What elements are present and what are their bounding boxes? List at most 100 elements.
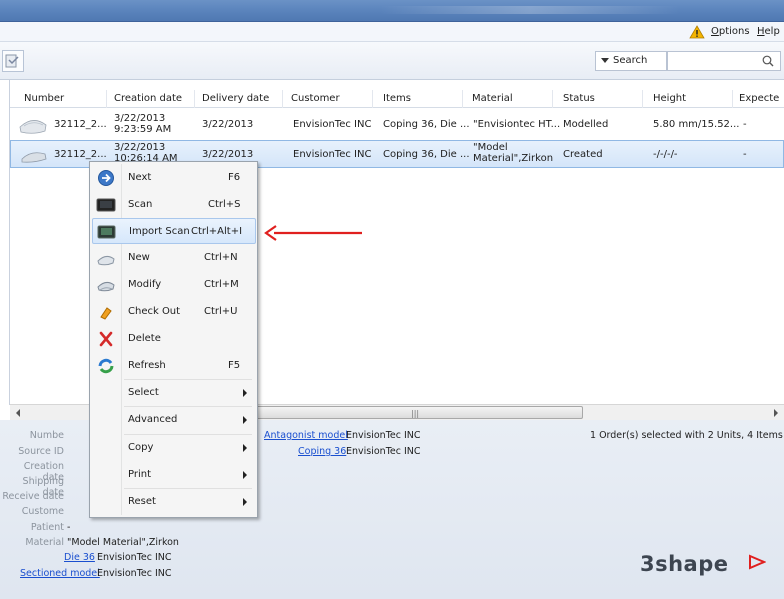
menu-item-copy[interactable]: Copy (92, 435, 256, 461)
options-menu[interactable]: Options (711, 26, 750, 37)
menu-item-label: Advanced (128, 414, 178, 425)
menu-item-label: Delete (128, 333, 161, 344)
title-bar-glow (380, 6, 680, 14)
menu-item-check-out[interactable]: Check Out Ctrl+U (92, 299, 256, 325)
scrollbar-thumb[interactable]: ||| (250, 406, 583, 419)
die-36-link[interactable]: Die 36 (64, 552, 95, 563)
row-expected: - (743, 119, 747, 130)
column-header-status[interactable]: Status (563, 93, 595, 104)
help-menu[interactable]: Help (757, 26, 780, 37)
column-header-expected[interactable]: Expecte (739, 93, 779, 104)
orders-grid-header: Number Creation date Delivery date Custo… (10, 90, 784, 108)
column-divider[interactable] (194, 90, 195, 108)
row-material: "Model (473, 142, 508, 153)
dental-model-thumbnail-icon (21, 152, 47, 163)
row-status: Modelled (563, 119, 609, 130)
submenu-arrow-icon (243, 444, 247, 452)
search-input[interactable] (667, 51, 781, 71)
column-header-height[interactable]: Height (653, 93, 686, 104)
menu-item-refresh[interactable]: Refresh F5 (92, 353, 256, 379)
submenu-arrow-icon (243, 471, 247, 479)
menu-item-label: Print (128, 469, 152, 480)
menu-item-label: Modify (128, 279, 162, 290)
column-divider[interactable] (282, 90, 283, 108)
menu-item-shortcut: F5 (228, 360, 241, 371)
die-36-value: EnvisionTec INC (97, 552, 172, 563)
sectioned-model-value: EnvisionTec INC (97, 568, 172, 579)
menu-item-reset[interactable]: Reset (92, 489, 256, 515)
search-filter-label: Search (613, 55, 648, 66)
menu-item-new[interactable]: New Ctrl+N (92, 245, 256, 271)
order-tool-button[interactable] (2, 50, 24, 72)
column-header-material[interactable]: Material (472, 93, 513, 104)
row-creation-time: 9:23:59 AM (114, 124, 172, 135)
menu-item-label: Check Out (128, 306, 181, 317)
detail-label-customer: Custome (21, 506, 64, 517)
menu-item-label: Reset (128, 496, 156, 507)
column-divider[interactable] (372, 90, 373, 108)
row-material-line2: Material",Zirkon (473, 153, 554, 164)
new-order-icon (97, 255, 115, 266)
scrollbar-grip-icon: ||| (411, 409, 420, 418)
row-height: -/-/-/- (653, 149, 678, 160)
menu-item-label: Copy (128, 442, 154, 453)
row-creation-date: 3/22/2013 (114, 113, 166, 124)
brand-logo-text: 3shape (640, 552, 729, 576)
column-header-creation-date[interactable]: Creation date (114, 93, 182, 104)
submenu-arrow-icon (243, 416, 247, 424)
detail-label-patient: Patient (30, 522, 64, 533)
scroll-left-icon[interactable] (10, 405, 26, 421)
row-height: 5.80 mm/15.52... (653, 119, 740, 130)
red-annotation-arrow-icon (264, 225, 362, 241)
column-divider[interactable] (732, 90, 733, 108)
detail-label-receive-date: Receive date (2, 491, 64, 502)
menu-item-advanced[interactable]: Advanced (92, 407, 256, 433)
check-out-icon (100, 307, 112, 320)
row-number: 32112_2... (54, 149, 107, 160)
menu-item-modify[interactable]: Modify Ctrl+M (92, 272, 256, 298)
antagonist-model-link[interactable]: Antagonist model (264, 430, 348, 441)
column-header-customer[interactable]: Customer (291, 93, 340, 104)
window-title-bar (0, 0, 784, 22)
menu-item-shortcut: Ctrl+N (204, 252, 238, 263)
column-divider[interactable] (552, 90, 553, 108)
submenu-arrow-icon (243, 498, 247, 506)
detail-material-value: "Model Material",Zirkon (67, 537, 179, 548)
menu-item-label: Next (128, 172, 152, 183)
context-menu: Next F6 Scan Ctrl+S Import Scan Ctrl+Alt… (89, 161, 258, 518)
menu-item-next[interactable]: Next F6 (92, 165, 256, 191)
row-customer: EnvisionTec INC (293, 149, 372, 160)
row-creation-date: 3/22/2013 (114, 142, 166, 153)
menu-item-select[interactable]: Select (92, 380, 256, 406)
selection-summary: 1 Order(s) selected with 2 Units, 4 Item… (590, 430, 783, 441)
scroll-right-icon[interactable] (768, 405, 784, 421)
menu-bar: Options Help (0, 22, 784, 42)
sectioned-model-link[interactable]: Sectioned model (20, 568, 100, 579)
search-filter-dropdown[interactable]: Search (595, 51, 667, 71)
coping-36-link[interactable]: Coping 36 (298, 446, 346, 457)
menu-item-label: Scan (128, 199, 153, 210)
menu-item-label: Select (128, 387, 159, 398)
column-header-number[interactable]: Number (24, 93, 64, 104)
toolbar: Search (0, 42, 784, 80)
menu-item-print[interactable]: Print (92, 462, 256, 488)
table-row[interactable]: 32112_2... 3/22/2013 9:23:59 AM 3/22/201… (10, 110, 784, 138)
column-divider[interactable] (642, 90, 643, 108)
order-tool-icon (5, 54, 19, 68)
column-divider[interactable] (462, 90, 463, 108)
column-header-delivery-date[interactable]: Delivery date (202, 93, 269, 104)
row-material: "Envisiontec HT... (473, 119, 561, 130)
row-delivery-date: 3/22/2013 (202, 119, 254, 130)
row-delivery-date: 3/22/2013 (202, 149, 254, 160)
column-header-items[interactable]: Items (383, 93, 411, 104)
antagonist-model-value: EnvisionTec INC (346, 430, 421, 441)
menu-item-scan[interactable]: Scan Ctrl+S (92, 192, 256, 218)
brand-logo-mark-icon (749, 554, 766, 570)
menu-item-import-scan[interactable]: Import Scan Ctrl+Alt+I (92, 218, 256, 244)
column-divider[interactable] (106, 90, 107, 108)
search-icon[interactable] (762, 55, 774, 67)
menu-item-delete[interactable]: Delete (92, 326, 256, 352)
scanner-icon (96, 198, 116, 212)
menu-item-shortcut: F6 (228, 172, 241, 183)
menu-item-label: Import Scan (129, 226, 190, 237)
